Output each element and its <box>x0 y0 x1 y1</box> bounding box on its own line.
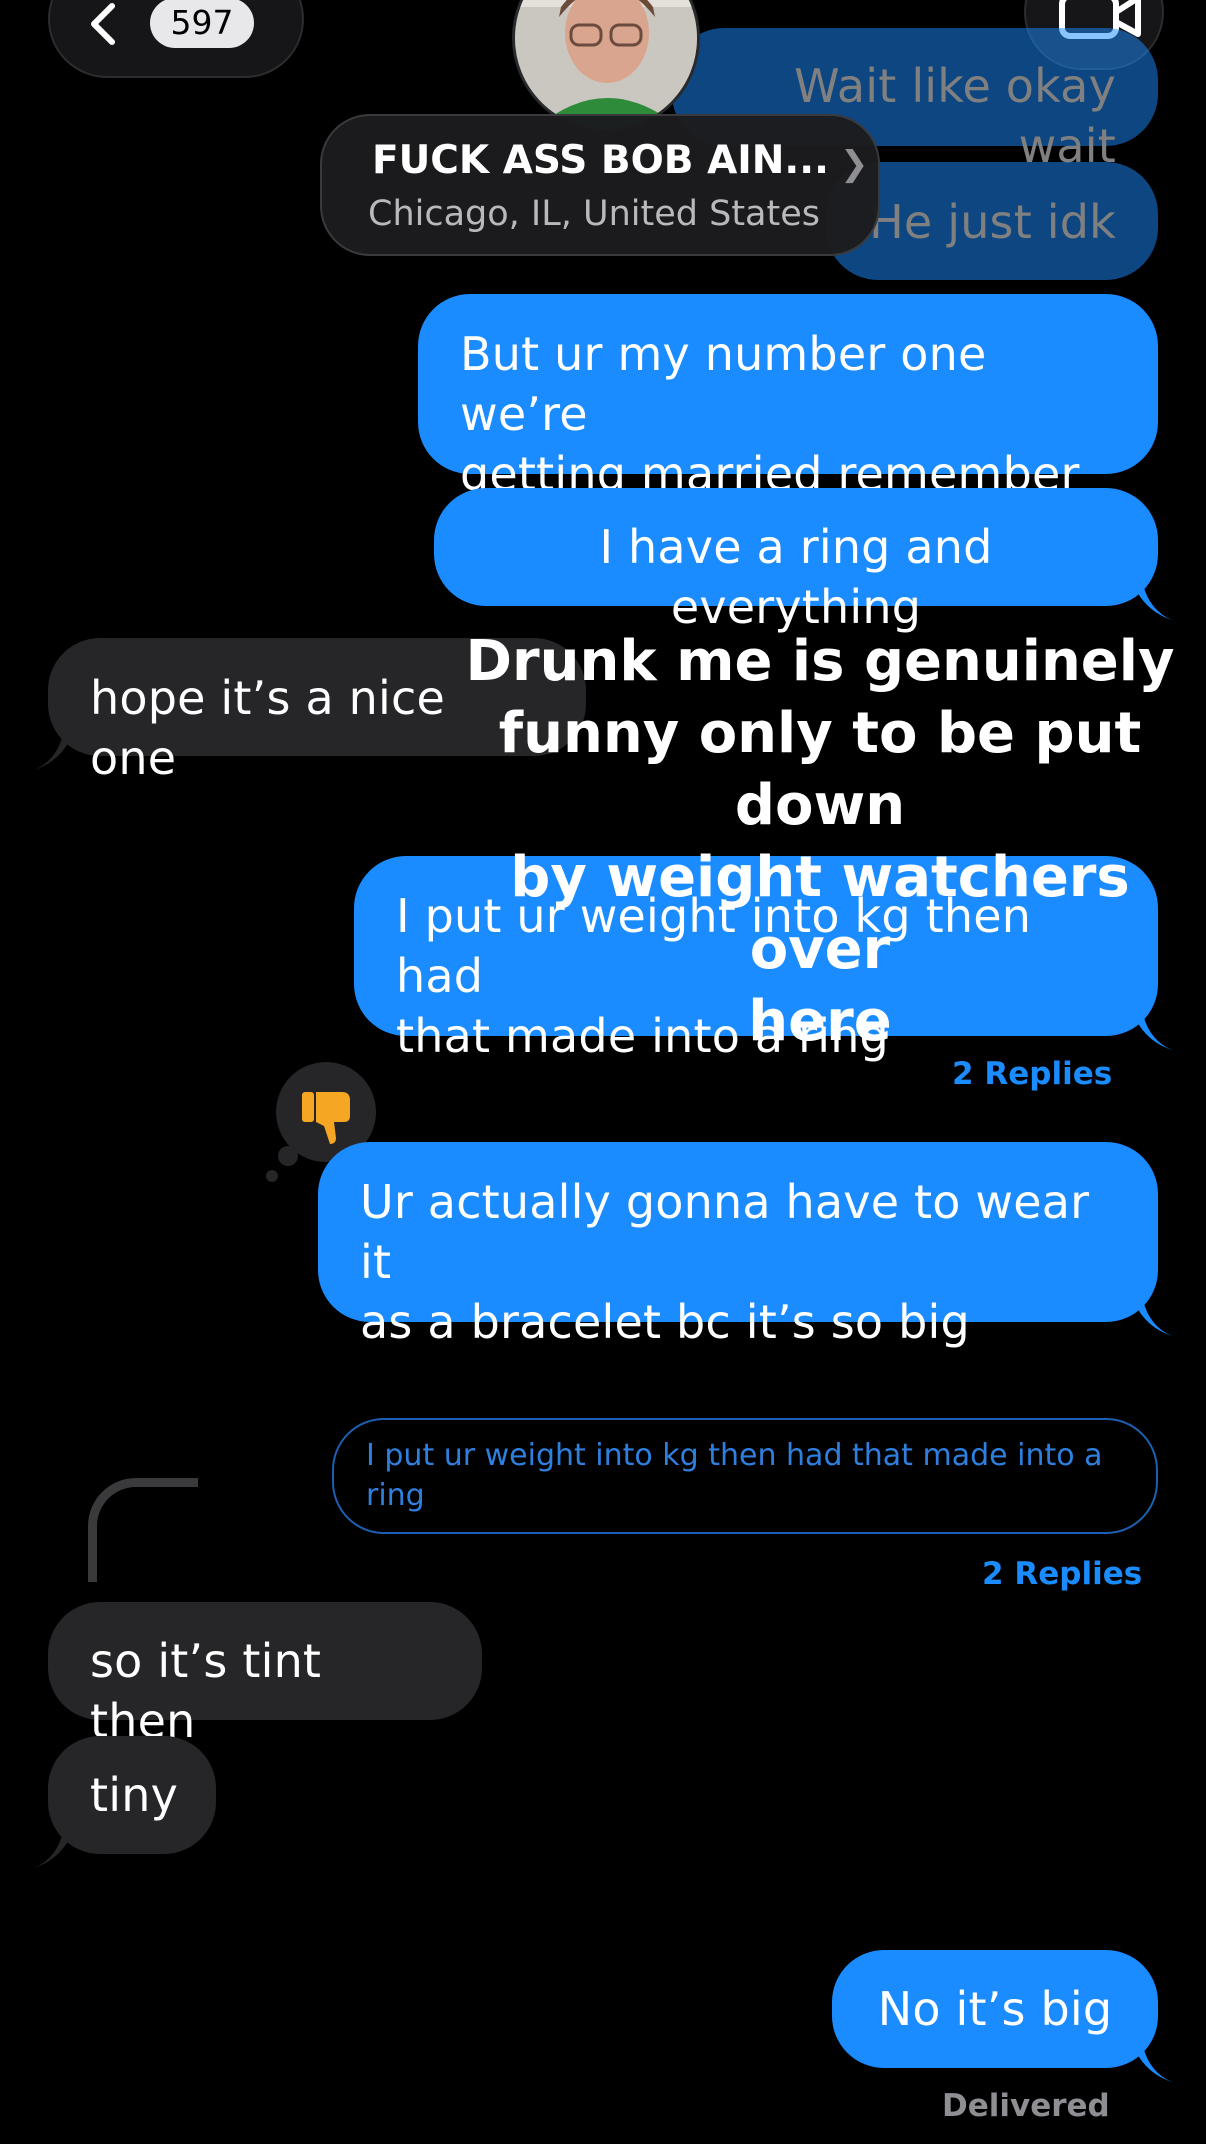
reaction-dot <box>266 1170 278 1182</box>
bubble-tail <box>34 730 74 770</box>
chevron-left-icon <box>91 3 115 45</box>
delivery-status: Delivered <box>942 2088 1110 2124</box>
thread-replies-link[interactable]: 2 Replies <box>982 1556 1142 1592</box>
bubble-tail <box>1132 1296 1172 1336</box>
message-bubble[interactable]: But ur my number one we’re getting marri… <box>418 294 1158 501</box>
thread-replies-link[interactable]: 2 Replies <box>952 1056 1112 1092</box>
bubble-tail <box>1132 2042 1172 2082</box>
reaction-dot <box>278 1146 298 1166</box>
chevron-right-icon: ❯ <box>840 144 869 184</box>
thread-connector-line <box>88 1478 198 1582</box>
message-bubble[interactable]: tiny <box>34 1736 216 1868</box>
bubble-tail <box>34 1828 74 1868</box>
contact-name: FUCK ASS BOB AIN... <box>372 138 829 183</box>
back-button[interactable]: 597 <box>48 0 304 78</box>
contact-avatar[interactable] <box>512 0 700 132</box>
message-bubble[interactable]: No it’s big <box>832 1950 1172 2082</box>
overlay-caption: Drunk me is genuinely funny only to be p… <box>465 629 1175 1054</box>
message-bubble[interactable]: so it’s tint then <box>48 1602 482 1748</box>
contact-location: Chicago, IL, United States <box>368 194 820 234</box>
message-bubble[interactable]: I have a ring and everything <box>434 488 1172 634</box>
contact-info-pill[interactable]: FUCK ASS BOB AIN... Chicago, IL, United … <box>320 114 880 256</box>
profile-photo <box>515 0 697 129</box>
bubble-tail <box>1132 580 1172 620</box>
unread-count-badge: 597 <box>150 0 254 48</box>
message-bubble[interactable]: Ur actually gonna have to wear it as a b… <box>318 1142 1172 1349</box>
quoted-reply[interactable]: I put ur weight into kg then had that ma… <box>332 1418 1158 1534</box>
